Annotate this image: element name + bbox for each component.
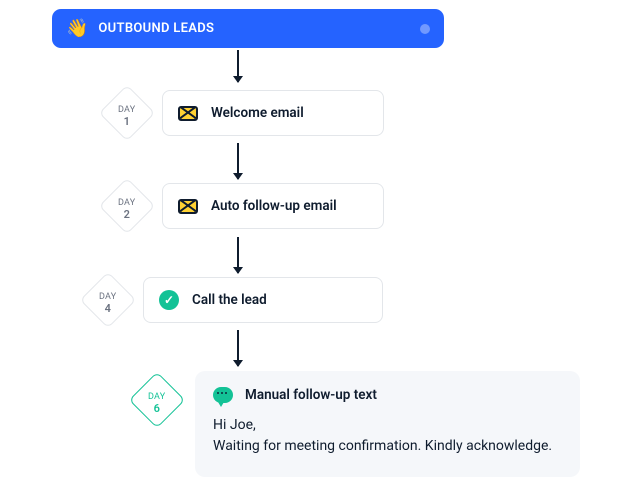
step-welcome-email[interactable]: Welcome email: [162, 90, 384, 136]
step-auto-followup[interactable]: Auto follow-up email: [162, 183, 384, 229]
message-body: Hi Joe, Waiting for meeting confirmation…: [213, 415, 562, 457]
step-manual-text-expanded[interactable]: Manual follow-up text Hi Joe, Waiting fo…: [195, 371, 580, 477]
arrow-icon: [237, 237, 239, 273]
chat-icon: [213, 387, 233, 403]
step-call-lead[interactable]: ✓ Call the lead: [143, 277, 383, 323]
day-number: 6: [148, 403, 166, 415]
arrow-icon: [237, 143, 239, 179]
step-title: Welcome email: [211, 105, 304, 121]
day-badge: DAY 2: [99, 178, 156, 235]
step-title: Call the lead: [192, 292, 267, 308]
step-title: Manual follow-up text: [245, 387, 377, 403]
sequence-header[interactable]: 👋 OUTBOUND LEADS: [52, 9, 444, 48]
sequence-canvas: 👋 OUTBOUND LEADS DAY 1 Welcome email DAY…: [0, 0, 620, 503]
mail-icon: [177, 102, 199, 124]
day-label: DAY: [99, 292, 117, 302]
day-label: DAY: [118, 105, 136, 115]
wave-icon: 👋: [66, 18, 88, 39]
day-label: DAY: [148, 392, 166, 402]
day-badge-active: DAY 6: [129, 372, 186, 429]
sequence-title: OUTBOUND LEADS: [98, 21, 214, 36]
arrow-icon: [237, 330, 239, 366]
day-badge: DAY 4: [80, 272, 137, 329]
day-label: DAY: [118, 198, 136, 208]
step-title: Auto follow-up email: [211, 198, 337, 214]
mail-icon: [177, 195, 199, 217]
day-number: 2: [118, 209, 136, 221]
day-badge: DAY 1: [99, 85, 156, 142]
day-number: 1: [118, 116, 136, 128]
day-number: 4: [99, 303, 117, 315]
status-dot-icon: [420, 24, 430, 34]
arrow-icon: [237, 50, 239, 82]
message-line: Waiting for meeting confirmation. Kindly…: [213, 436, 562, 457]
message-line: Hi Joe,: [213, 415, 562, 436]
check-icon: ✓: [158, 289, 180, 311]
